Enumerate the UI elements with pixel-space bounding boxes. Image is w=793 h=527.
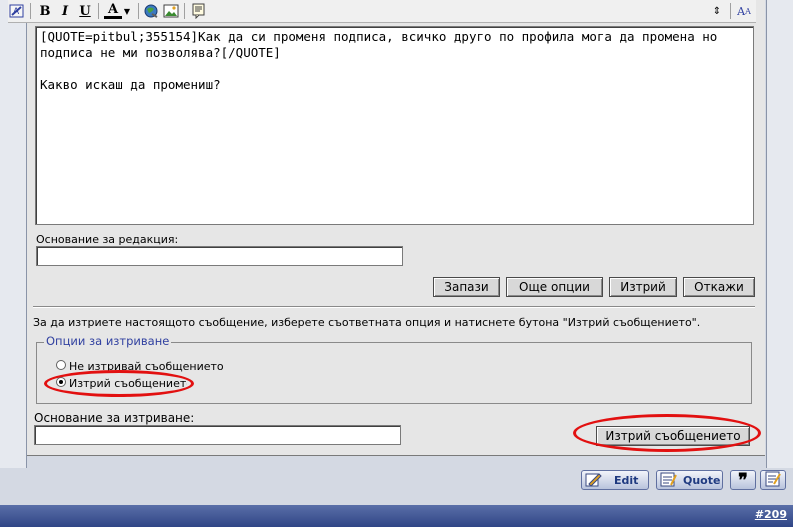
quote-icon[interactable] <box>190 2 208 20</box>
image-icon[interactable] <box>162 2 180 20</box>
italic-button[interactable]: I <box>56 2 74 20</box>
cancel-button[interactable]: Откажи <box>683 277 755 297</box>
underline-button[interactable]: U <box>76 2 94 20</box>
quick-reply-button[interactable] <box>760 470 786 490</box>
post-footer-bar <box>0 505 793 527</box>
edit-icon <box>584 471 604 489</box>
page-background: A B I U A ▼ ⇕ AA [QUOTE=pitbul;355154]Ка… <box>0 0 793 527</box>
post-number-link[interactable]: #209 <box>755 508 787 521</box>
switch-mode-sub: A <box>745 6 751 16</box>
quick-reply-icon <box>764 470 782 491</box>
keep-message-radio[interactable] <box>56 360 66 370</box>
text-color-button[interactable]: A <box>104 2 122 19</box>
more-options-button[interactable]: Още опции <box>506 277 603 297</box>
edit-reason-label: Основание за редакция: <box>36 233 179 246</box>
remove-format-icon[interactable]: A <box>8 2 26 20</box>
toolbar-separator <box>98 3 99 19</box>
svg-text:A: A <box>13 7 20 17</box>
delete-instruction: За да изтриете настоящото съобщение, изб… <box>33 316 701 329</box>
edit-post-button[interactable]: Edit <box>581 470 649 490</box>
save-button[interactable]: Запази <box>433 277 500 297</box>
left-border <box>0 0 27 468</box>
multi-quote-icon: ❞ <box>738 469 748 491</box>
delete-options-legend: Опции за изтриване <box>44 334 172 348</box>
toolbar-separator <box>138 3 139 19</box>
multi-quote-button[interactable]: ❞ <box>730 469 756 491</box>
message-editor[interactable]: [QUOTE=pitbul;355154]Как да си променя п… <box>35 26 754 225</box>
quote-post-label: Quote <box>683 473 721 487</box>
delete-reason-input[interactable] <box>34 425 401 445</box>
highlight-circle <box>573 414 761 452</box>
switch-mode-label: A <box>737 4 746 18</box>
editor-toolbar: A B I U A ▼ ⇕ AA <box>8 0 756 23</box>
link-globe-icon[interactable] <box>142 2 160 20</box>
highlight-circle <box>44 370 194 397</box>
bold-button[interactable]: B <box>36 2 54 20</box>
resize-arrows-icon[interactable]: ⇕ <box>708 2 726 20</box>
toolbar-separator <box>30 3 31 19</box>
quote-icon <box>659 471 679 489</box>
delete-reason-label: Основание за изтриване: <box>34 411 195 425</box>
delete-button[interactable]: Изтрий <box>609 277 677 297</box>
right-border <box>766 0 793 468</box>
section-divider <box>33 306 755 308</box>
toolbar-separator <box>730 3 731 19</box>
chevron-down-icon[interactable]: ▼ <box>122 2 132 20</box>
edit-post-label: Edit <box>614 473 639 487</box>
edit-reason-input[interactable] <box>36 246 403 266</box>
toolbar-separator <box>184 3 185 19</box>
switch-mode-icon[interactable]: AA <box>735 2 753 20</box>
quote-post-button[interactable]: Quote <box>656 470 723 490</box>
